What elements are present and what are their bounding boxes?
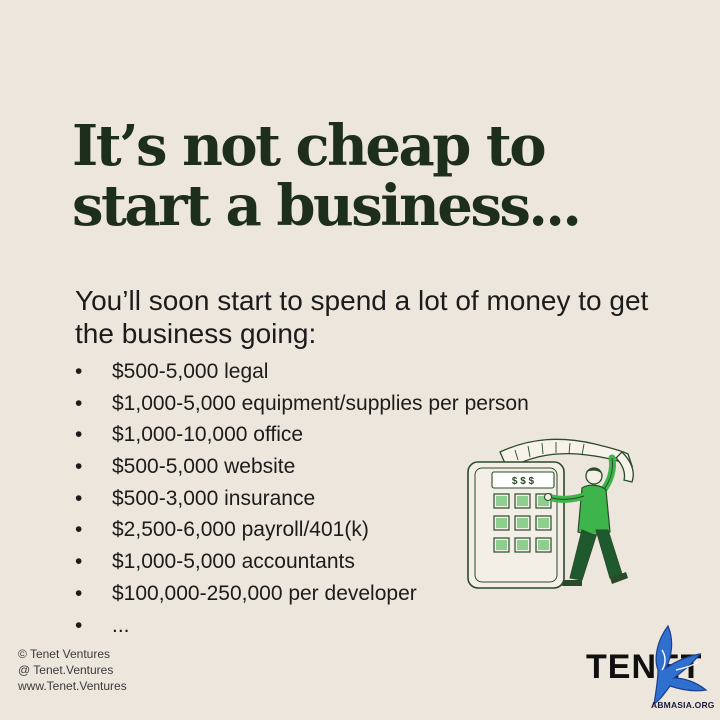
cost-item: • $1,000-5,000 equipment/supplies per per… — [75, 388, 529, 420]
social-handle: @ Tenet.Ventures — [18, 663, 114, 677]
cost-item-text: $500-3,000 insurance — [112, 486, 316, 510]
bullet-icon: • — [75, 360, 83, 383]
website-link[interactable]: www.Tenet.Ventures — [18, 678, 127, 694]
cost-item-text: $1,000-5,000 accountants — [112, 550, 355, 574]
bullet-icon: • — [75, 423, 83, 447]
cost-item-text: ... — [112, 613, 130, 637]
cost-item-text: $2,500-6,000 payroll/401(k) — [112, 518, 369, 542]
bullet-icon: • — [75, 455, 83, 479]
bullet-icon: • — [75, 518, 83, 542]
cost-item-text: $100,000-250,000 per developer — [112, 581, 417, 605]
footer-info: © Tenet Ventures @ Tenet.Ventures www.Te… — [18, 646, 127, 694]
bullet-icon: • — [75, 550, 83, 574]
copyright-text: © Tenet Ventures — [18, 647, 111, 661]
cost-item-text: $1,000-10,000 office — [112, 423, 304, 447]
headline-line-2: start a business... — [72, 173, 582, 239]
bullet-icon: • — [75, 613, 83, 637]
calculator-person-receipt-icon: $ $ $ — [467, 438, 634, 589]
cost-item-text: $1,000-5,000 equipment/supplies per pers… — [112, 391, 529, 415]
cost-item: • $500-5,000 legal — [75, 356, 529, 388]
calculator-display: $ $ $ — [512, 476, 535, 487]
headline: It’s not cheap to start a business... — [72, 116, 632, 236]
bullet-icon: • — [75, 391, 83, 415]
intro-text: You’ll soon start to spend a lot of mone… — [75, 285, 649, 349]
watermark-text: ABMASIA.ORG — [651, 700, 715, 710]
cost-item: •... — [75, 610, 529, 642]
cost-item-text: $500-5,000 website — [112, 455, 296, 479]
headline-line-1: It’s not cheap to — [72, 113, 547, 179]
bullet-icon: • — [75, 486, 83, 510]
bullet-icon: • — [75, 581, 83, 605]
cost-item-text: $500-5,000 legal — [112, 360, 269, 383]
